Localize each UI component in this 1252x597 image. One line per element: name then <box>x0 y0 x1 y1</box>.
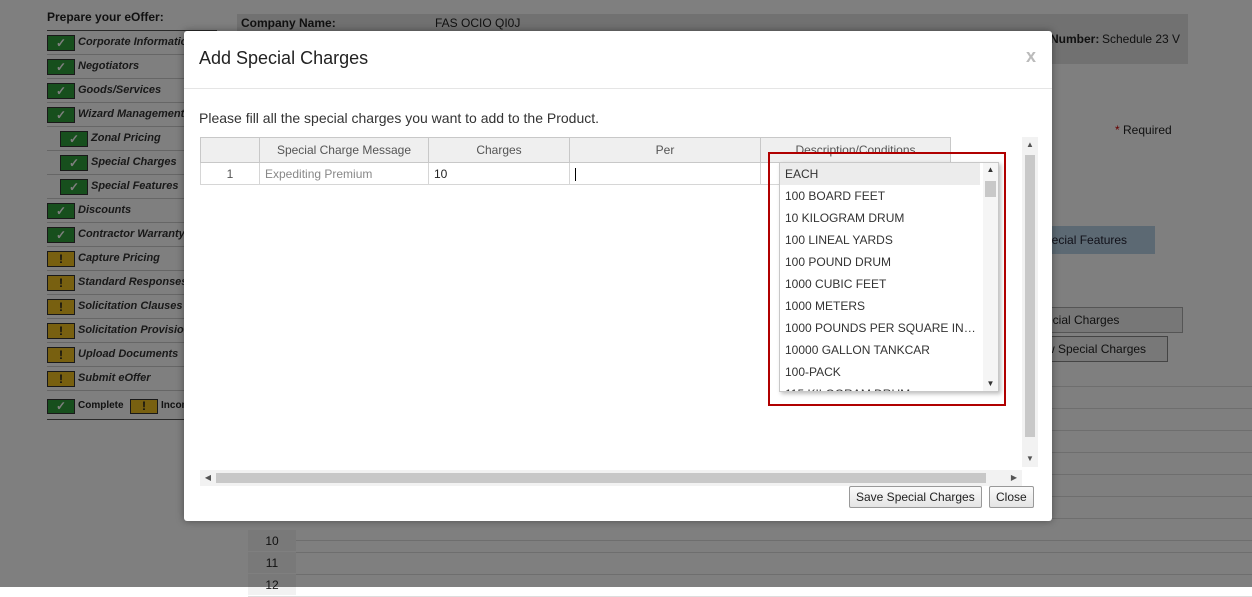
column-header-charges[interactable]: Charges <box>428 137 570 163</box>
dropdown-option[interactable]: EACH <box>780 163 980 185</box>
dropdown-option[interactable]: 1000 METERS <box>780 295 980 317</box>
scroll-left-icon[interactable]: ◀ <box>200 470 216 486</box>
scroll-thumb[interactable] <box>216 473 986 483</box>
scroll-right-icon[interactable]: ▶ <box>1006 470 1022 486</box>
charges-cell[interactable]: 10 <box>428 162 570 185</box>
dropdown-option[interactable]: 100 LINEAL YARDS <box>780 229 980 251</box>
dialog-header: Add Special Charges x <box>184 31 1052 89</box>
column-header-per[interactable]: Per <box>569 137 761 163</box>
scroll-thumb[interactable] <box>985 181 996 197</box>
row-number-cell: 1 <box>200 162 260 185</box>
dropdown-scrollbar[interactable]: ▲ ▼ <box>983 163 998 391</box>
scroll-thumb[interactable] <box>1025 155 1035 437</box>
close-button[interactable]: Close <box>989 486 1034 508</box>
grid-vertical-scrollbar[interactable]: ▲ ▼ <box>1022 137 1038 467</box>
per-dropdown-list[interactable]: EACH 100 BOARD FEET 10 KILOGRAM DRUM 100 LI… <box>779 162 999 392</box>
scroll-up-icon[interactable]: ▲ <box>983 163 998 177</box>
row-number-header <box>200 137 260 163</box>
instruction-text: Please fill all the special charges you … <box>199 110 600 126</box>
dropdown-option[interactable]: 1000 CUBIC FEET <box>780 273 980 295</box>
column-header-description[interactable]: Description/Conditions <box>760 137 951 163</box>
message-cell[interactable]: Expediting Premium <box>259 162 429 185</box>
dropdown-option[interactable]: 100-PACK <box>780 361 980 383</box>
scroll-down-icon[interactable]: ▼ <box>983 377 998 391</box>
dropdown-option[interactable]: 10 KILOGRAM DRUM <box>780 207 980 229</box>
dropdown-option[interactable]: 100 BOARD FEET <box>780 185 980 207</box>
dropdown-option[interactable]: 100 POUND DRUM <box>780 251 980 273</box>
column-header-message[interactable]: Special Charge Message <box>259 137 429 163</box>
dropdown-option[interactable]: 115 KILOGRAM DRUM <box>780 383 980 391</box>
grid-horizontal-scrollbar[interactable]: ◀ ▶ <box>200 470 1022 486</box>
save-special-charges-button[interactable]: Save Special Charges <box>849 486 982 508</box>
dropdown-option[interactable]: 10000 GALLON TANKCAR <box>780 339 980 361</box>
scroll-down-icon[interactable]: ▼ <box>1022 451 1038 467</box>
dialog-title: Add Special Charges <box>199 48 369 68</box>
dropdown-option[interactable]: 1000 POUNDS PER SQUARE INCH <box>780 317 980 339</box>
per-select-cell[interactable] <box>569 162 761 185</box>
text-caret <box>575 167 576 181</box>
scroll-up-icon[interactable]: ▲ <box>1022 137 1038 153</box>
close-icon[interactable]: x <box>1026 46 1036 67</box>
